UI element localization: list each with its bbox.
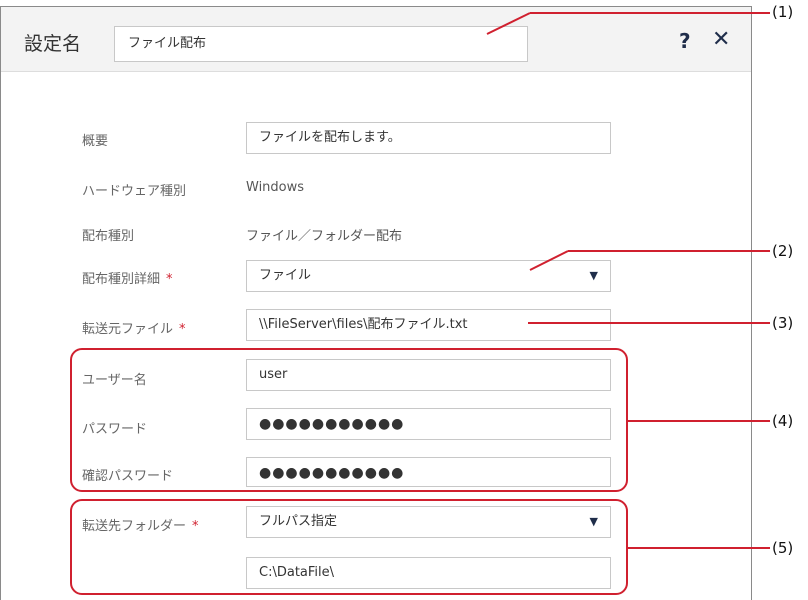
callout-line-1-diagonal: [486, 12, 531, 35]
callout-label-5: (5): [772, 539, 794, 557]
callout-label-1: (1): [772, 3, 794, 21]
callout-leader-lines: [486, 12, 770, 549]
callout-label-4: (4): [772, 412, 794, 430]
callout-line-2-diagonal: [529, 250, 569, 271]
callout-label-2: (2): [772, 242, 794, 260]
callout-label-3: (3): [772, 314, 794, 332]
